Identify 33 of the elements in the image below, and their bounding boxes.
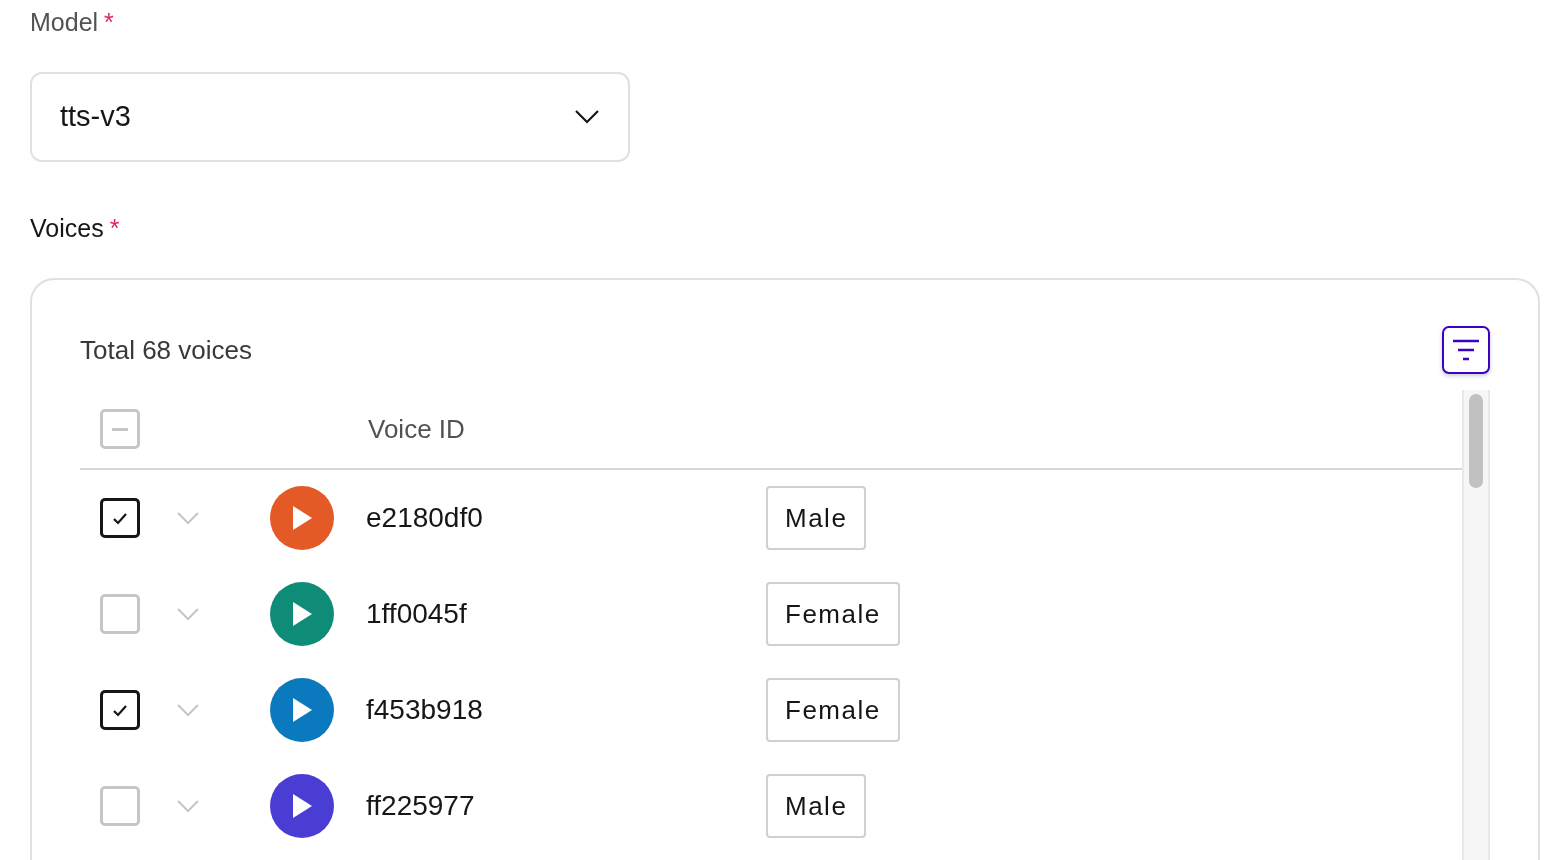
column-header: Voice ID — [368, 412, 465, 446]
model-dropdown[interactable]: tts-v3 — [30, 72, 630, 162]
total-count: Total 68 voices — [80, 333, 252, 367]
voice-id: f453b918 — [366, 693, 484, 727]
checkmark-icon — [112, 511, 128, 525]
scrollbar-thumb[interactable] — [1469, 394, 1483, 488]
required-mark: * — [109, 214, 120, 242]
gender-tag: Male — [766, 486, 867, 550]
play-icon — [291, 697, 313, 723]
filter-button[interactable] — [1442, 326, 1490, 374]
select-all-checkbox[interactable] — [100, 409, 140, 449]
gender-tag: Female — [766, 582, 900, 646]
expand-chevron-icon[interactable] — [176, 607, 200, 621]
checkmark-icon — [112, 703, 128, 717]
play-icon — [291, 793, 313, 819]
chevron-down-icon — [574, 109, 600, 125]
required-mark: * — [104, 8, 114, 36]
field-label: Model * — [30, 7, 115, 38]
gender-tag: Female — [766, 678, 900, 742]
filter-icon — [1451, 338, 1481, 362]
gender-tag: Male — [766, 774, 867, 838]
expand-chevron-icon[interactable] — [176, 799, 200, 813]
play-icon — [291, 505, 313, 531]
row-checkbox[interactable] — [100, 498, 140, 538]
field-label: Voices * — [30, 213, 121, 244]
expand-chevron-icon[interactable] — [176, 703, 200, 717]
voice-id: 1ff0045f — [366, 597, 468, 631]
voice-id: ff225977 — [366, 789, 476, 823]
voice-id: e2180df0 — [366, 501, 484, 535]
expand-chevron-icon[interactable] — [176, 511, 200, 525]
row-checkbox[interactable] — [100, 690, 140, 730]
play-icon — [291, 601, 313, 627]
scrollbar[interactable] — [1462, 390, 1490, 860]
